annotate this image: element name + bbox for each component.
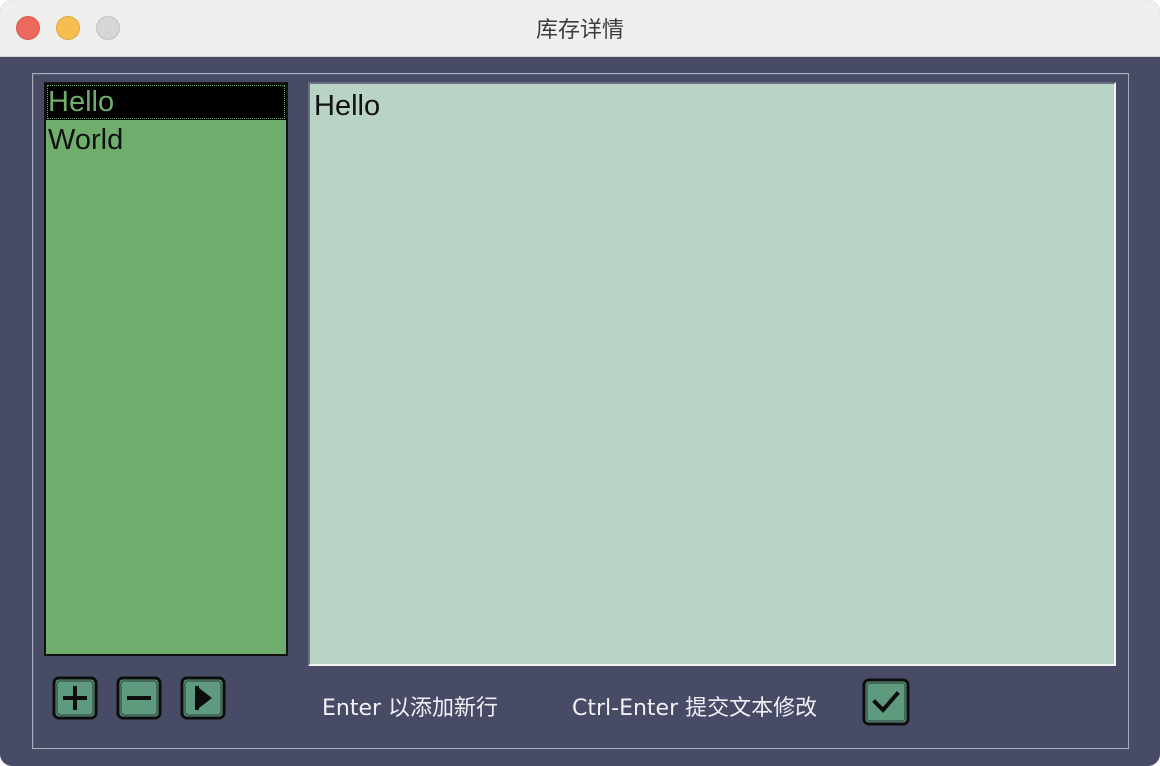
window-title: 库存详情 [535, 18, 624, 43]
minus-icon [116, 676, 162, 720]
run-button[interactable] [180, 676, 226, 720]
plus-icon [52, 676, 98, 720]
ctrl-enter-hint: Ctrl-Enter 提交文本修改 [572, 696, 818, 721]
play-icon [180, 676, 226, 720]
enter-hint: Enter 以添加新行 [322, 696, 499, 721]
text-editor[interactable]: Hello [308, 82, 1116, 666]
add-button[interactable] [52, 676, 98, 720]
remove-button[interactable] [116, 676, 162, 720]
list-item-hello[interactable]: Hello [46, 84, 286, 120]
item-listbox[interactable]: Hello World [44, 82, 288, 656]
list-item-world[interactable]: World [46, 122, 286, 158]
editor-content[interactable]: Hello [314, 89, 380, 123]
title-bar: 库存详情 [0, 0, 1160, 57]
check-icon [862, 678, 910, 726]
submit-button[interactable] [862, 678, 910, 726]
app-window: 库存详情 Hello World Hello Enter 以添加新行 Ctrl-… [0, 0, 1160, 766]
